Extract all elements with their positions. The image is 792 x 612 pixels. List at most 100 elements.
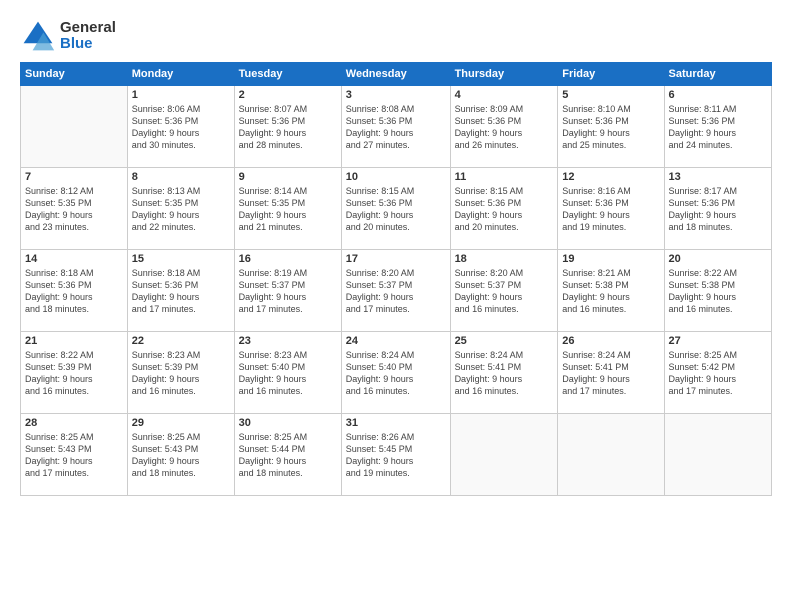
day-number: 8: [132, 171, 230, 183]
day-number: 25: [455, 335, 554, 347]
day-number: 17: [346, 253, 446, 265]
calendar-cell: 8Sunrise: 8:13 AM Sunset: 5:35 PM Daylig…: [127, 168, 234, 250]
calendar-cell: 19 Sunrise: 8:21 AM Sunset: 5:38 PM Dayli…: [558, 250, 664, 332]
calendar-cell: 25 Sunrise: 8:24 AM Sunset: 5:41 PM Dayli…: [450, 332, 558, 414]
calendar-cell: 15 Sunrise: 8:18 AM Sunset: 5:36 PM Dayli…: [127, 250, 234, 332]
day-info: Sunrise: 8:26 AM Sunset: 5:45 PM Dayligh…: [346, 431, 446, 480]
calendar-week-row: 21 Sunrise: 8:22 AM Sunset: 5:39 PM Dayli…: [21, 332, 772, 414]
day-number: 24: [346, 335, 446, 347]
day-number: 5: [562, 89, 659, 101]
page: General Blue SundayMondayTuesdayWednesda…: [0, 0, 792, 612]
day-number: 1: [132, 89, 230, 101]
day-info: Sunrise: 8:20 AM Sunset: 5:37 PM Dayligh…: [346, 267, 446, 316]
calendar-cell: 10 Sunrise: 8:15 AM Sunset: 5:36 PM Dayli…: [341, 168, 450, 250]
day-number: 10: [346, 171, 446, 183]
day-number: 29: [132, 417, 230, 429]
day-number: 19: [562, 253, 659, 265]
calendar-cell: 29Sunrise: 8:25 AM Sunset: 5:43 PM Dayli…: [127, 414, 234, 496]
calendar-cell: 31 Sunrise: 8:26 AM Sunset: 5:45 PM Dayli…: [341, 414, 450, 496]
logo-text: General Blue: [60, 20, 116, 53]
day-number: 13: [669, 171, 767, 183]
weekday-header-friday: Friday: [558, 63, 664, 86]
calendar-cell: 7 Sunrise: 8:12 AM Sunset: 5:35 PM Daylig…: [21, 168, 128, 250]
day-info: Sunrise: 8:19 AM Sunset: 5:37 PM Dayligh…: [239, 267, 337, 316]
calendar-cell: 4 Sunrise: 8:09 AM Sunset: 5:36 PM Daylig…: [450, 86, 558, 168]
day-number: 28: [25, 417, 123, 429]
day-info: Sunrise: 8:17 AM Sunset: 5:36 PM Dayligh…: [669, 185, 767, 234]
calendar-cell: 9Sunrise: 8:14 AM Sunset: 5:35 PM Daylig…: [234, 168, 341, 250]
day-number: 6: [669, 89, 767, 101]
calendar-week-row: 14Sunrise: 8:18 AM Sunset: 5:36 PM Dayli…: [21, 250, 772, 332]
weekday-header-thursday: Thursday: [450, 63, 558, 86]
day-info: Sunrise: 8:18 AM Sunset: 5:36 PM Dayligh…: [132, 267, 230, 316]
header: General Blue: [20, 18, 772, 54]
day-number: 23: [239, 335, 337, 347]
day-info: Sunrise: 8:06 AM Sunset: 5:36 PM Dayligh…: [132, 103, 230, 152]
calendar-cell: [450, 414, 558, 496]
day-info: Sunrise: 8:20 AM Sunset: 5:37 PM Dayligh…: [455, 267, 554, 316]
day-info: Sunrise: 8:24 AM Sunset: 5:40 PM Dayligh…: [346, 349, 446, 398]
calendar-cell: 11Sunrise: 8:15 AM Sunset: 5:36 PM Dayli…: [450, 168, 558, 250]
day-number: 4: [455, 89, 554, 101]
day-info: Sunrise: 8:16 AM Sunset: 5:36 PM Dayligh…: [562, 185, 659, 234]
calendar-cell: 30 Sunrise: 8:25 AM Sunset: 5:44 PM Dayli…: [234, 414, 341, 496]
calendar-cell: 13 Sunrise: 8:17 AM Sunset: 5:36 PM Dayli…: [664, 168, 771, 250]
day-number: 20: [669, 253, 767, 265]
calendar-cell: 24 Sunrise: 8:24 AM Sunset: 5:40 PM Dayli…: [341, 332, 450, 414]
day-info: Sunrise: 8:25 AM Sunset: 5:43 PM Dayligh…: [25, 431, 123, 480]
calendar-cell: 27 Sunrise: 8:25 AM Sunset: 5:42 PM Dayli…: [664, 332, 771, 414]
day-info: Sunrise: 8:23 AM Sunset: 5:39 PM Dayligh…: [132, 349, 230, 398]
day-info: Sunrise: 8:22 AM Sunset: 5:38 PM Dayligh…: [669, 267, 767, 316]
day-info: Sunrise: 8:10 AM Sunset: 5:36 PM Dayligh…: [562, 103, 659, 152]
day-info: Sunrise: 8:08 AM Sunset: 5:36 PM Dayligh…: [346, 103, 446, 152]
day-info: Sunrise: 8:24 AM Sunset: 5:41 PM Dayligh…: [455, 349, 554, 398]
weekday-header-wednesday: Wednesday: [341, 63, 450, 86]
weekday-header-monday: Monday: [127, 63, 234, 86]
logo-icon: [20, 18, 56, 54]
day-info: Sunrise: 8:07 AM Sunset: 5:36 PM Dayligh…: [239, 103, 337, 152]
day-info: Sunrise: 8:15 AM Sunset: 5:36 PM Dayligh…: [346, 185, 446, 234]
day-info: Sunrise: 8:25 AM Sunset: 5:44 PM Dayligh…: [239, 431, 337, 480]
logo: General Blue: [20, 18, 116, 54]
calendar-cell: 16Sunrise: 8:19 AM Sunset: 5:37 PM Dayli…: [234, 250, 341, 332]
day-info: Sunrise: 8:11 AM Sunset: 5:36 PM Dayligh…: [669, 103, 767, 152]
calendar-table: SundayMondayTuesdayWednesdayThursdayFrid…: [20, 62, 772, 496]
day-number: 18: [455, 253, 554, 265]
day-info: Sunrise: 8:09 AM Sunset: 5:36 PM Dayligh…: [455, 103, 554, 152]
day-number: 11: [455, 171, 554, 183]
calendar-cell: 6 Sunrise: 8:11 AM Sunset: 5:36 PM Daylig…: [664, 86, 771, 168]
calendar-cell: 23 Sunrise: 8:23 AM Sunset: 5:40 PM Dayli…: [234, 332, 341, 414]
calendar-cell: 28 Sunrise: 8:25 AM Sunset: 5:43 PM Dayli…: [21, 414, 128, 496]
weekday-header-row: SundayMondayTuesdayWednesdayThursdayFrid…: [21, 63, 772, 86]
calendar-cell: 14Sunrise: 8:18 AM Sunset: 5:36 PM Dayli…: [21, 250, 128, 332]
day-info: Sunrise: 8:14 AM Sunset: 5:35 PM Dayligh…: [239, 185, 337, 234]
day-number: 27: [669, 335, 767, 347]
day-number: 7: [25, 171, 123, 183]
day-number: 2: [239, 89, 337, 101]
weekday-header-saturday: Saturday: [664, 63, 771, 86]
calendar-week-row: 1 Sunrise: 8:06 AM Sunset: 5:36 PM Daylig…: [21, 86, 772, 168]
day-info: Sunrise: 8:25 AM Sunset: 5:42 PM Dayligh…: [669, 349, 767, 398]
day-info: Sunrise: 8:22 AM Sunset: 5:39 PM Dayligh…: [25, 349, 123, 398]
day-info: Sunrise: 8:18 AM Sunset: 5:36 PM Dayligh…: [25, 267, 123, 316]
day-number: 21: [25, 335, 123, 347]
day-number: 12: [562, 171, 659, 183]
day-number: 30: [239, 417, 337, 429]
weekday-header-sunday: Sunday: [21, 63, 128, 86]
day-info: Sunrise: 8:21 AM Sunset: 5:38 PM Dayligh…: [562, 267, 659, 316]
day-number: 22: [132, 335, 230, 347]
day-number: 31: [346, 417, 446, 429]
calendar-week-row: 28 Sunrise: 8:25 AM Sunset: 5:43 PM Dayli…: [21, 414, 772, 496]
calendar-cell: 2 Sunrise: 8:07 AM Sunset: 5:36 PM Daylig…: [234, 86, 341, 168]
day-info: Sunrise: 8:23 AM Sunset: 5:40 PM Dayligh…: [239, 349, 337, 398]
calendar-cell: 22 Sunrise: 8:23 AM Sunset: 5:39 PM Dayli…: [127, 332, 234, 414]
calendar-cell: 12 Sunrise: 8:16 AM Sunset: 5:36 PM Dayli…: [558, 168, 664, 250]
day-info: Sunrise: 8:24 AM Sunset: 5:41 PM Dayligh…: [562, 349, 659, 398]
day-number: 26: [562, 335, 659, 347]
calendar-cell: 18 Sunrise: 8:20 AM Sunset: 5:37 PM Dayli…: [450, 250, 558, 332]
weekday-header-tuesday: Tuesday: [234, 63, 341, 86]
calendar-cell: 26 Sunrise: 8:24 AM Sunset: 5:41 PM Dayli…: [558, 332, 664, 414]
day-number: 3: [346, 89, 446, 101]
day-info: Sunrise: 8:12 AM Sunset: 5:35 PM Dayligh…: [25, 185, 123, 234]
day-number: 15: [132, 253, 230, 265]
